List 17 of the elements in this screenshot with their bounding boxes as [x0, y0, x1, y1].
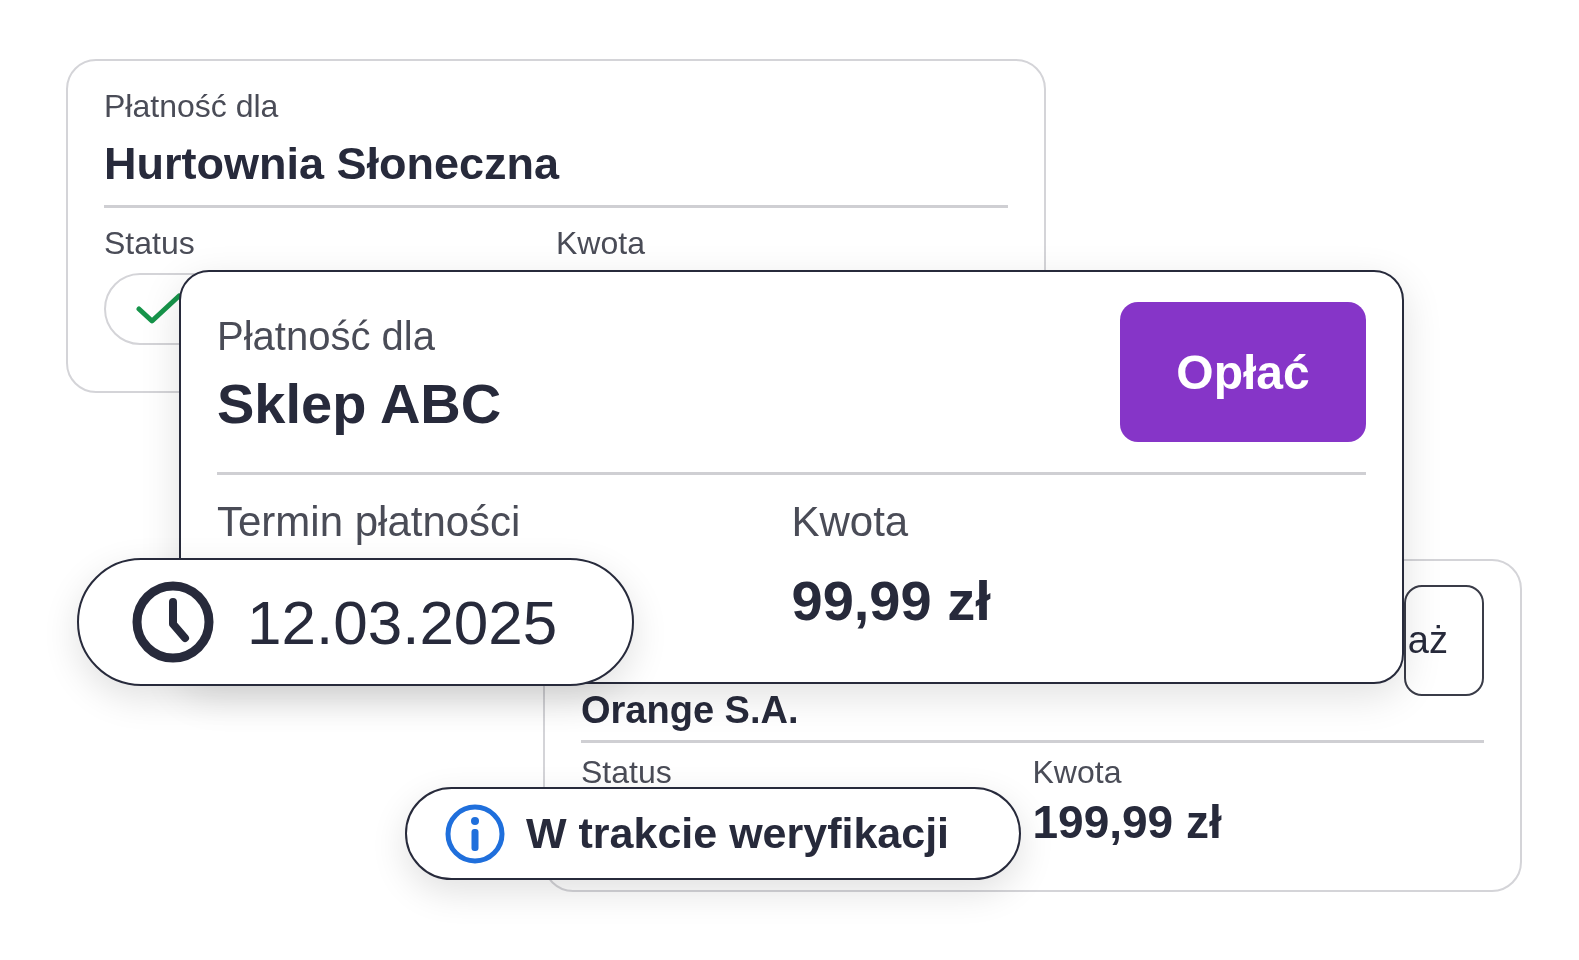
field-label: Kwota: [1032, 753, 1123, 792]
payee-name: Hurtownia Słoneczna: [104, 137, 561, 192]
card-label: Płatność dla: [104, 87, 280, 126]
card-label: Płatność dla: [217, 313, 436, 360]
status-text: W trakcie weryfikacji: [526, 809, 950, 858]
field-label: Kwota: [791, 497, 910, 547]
show-button[interactable]: aż: [1404, 585, 1484, 696]
due-date: 12.03.2025: [247, 586, 558, 658]
field-label: Status: [104, 224, 196, 263]
payee-name: Orange S.A.: [581, 690, 799, 732]
field-label: Kwota: [556, 224, 646, 263]
pay-button[interactable]: Opłać: [1120, 302, 1366, 442]
amount: 199,99 zł: [1032, 795, 1223, 851]
amount: 99,99 zł: [791, 568, 992, 635]
field-label: Termin płatności: [217, 497, 522, 547]
payee-name: Sklep ABC: [217, 371, 502, 437]
field-label: Status: [581, 753, 673, 792]
